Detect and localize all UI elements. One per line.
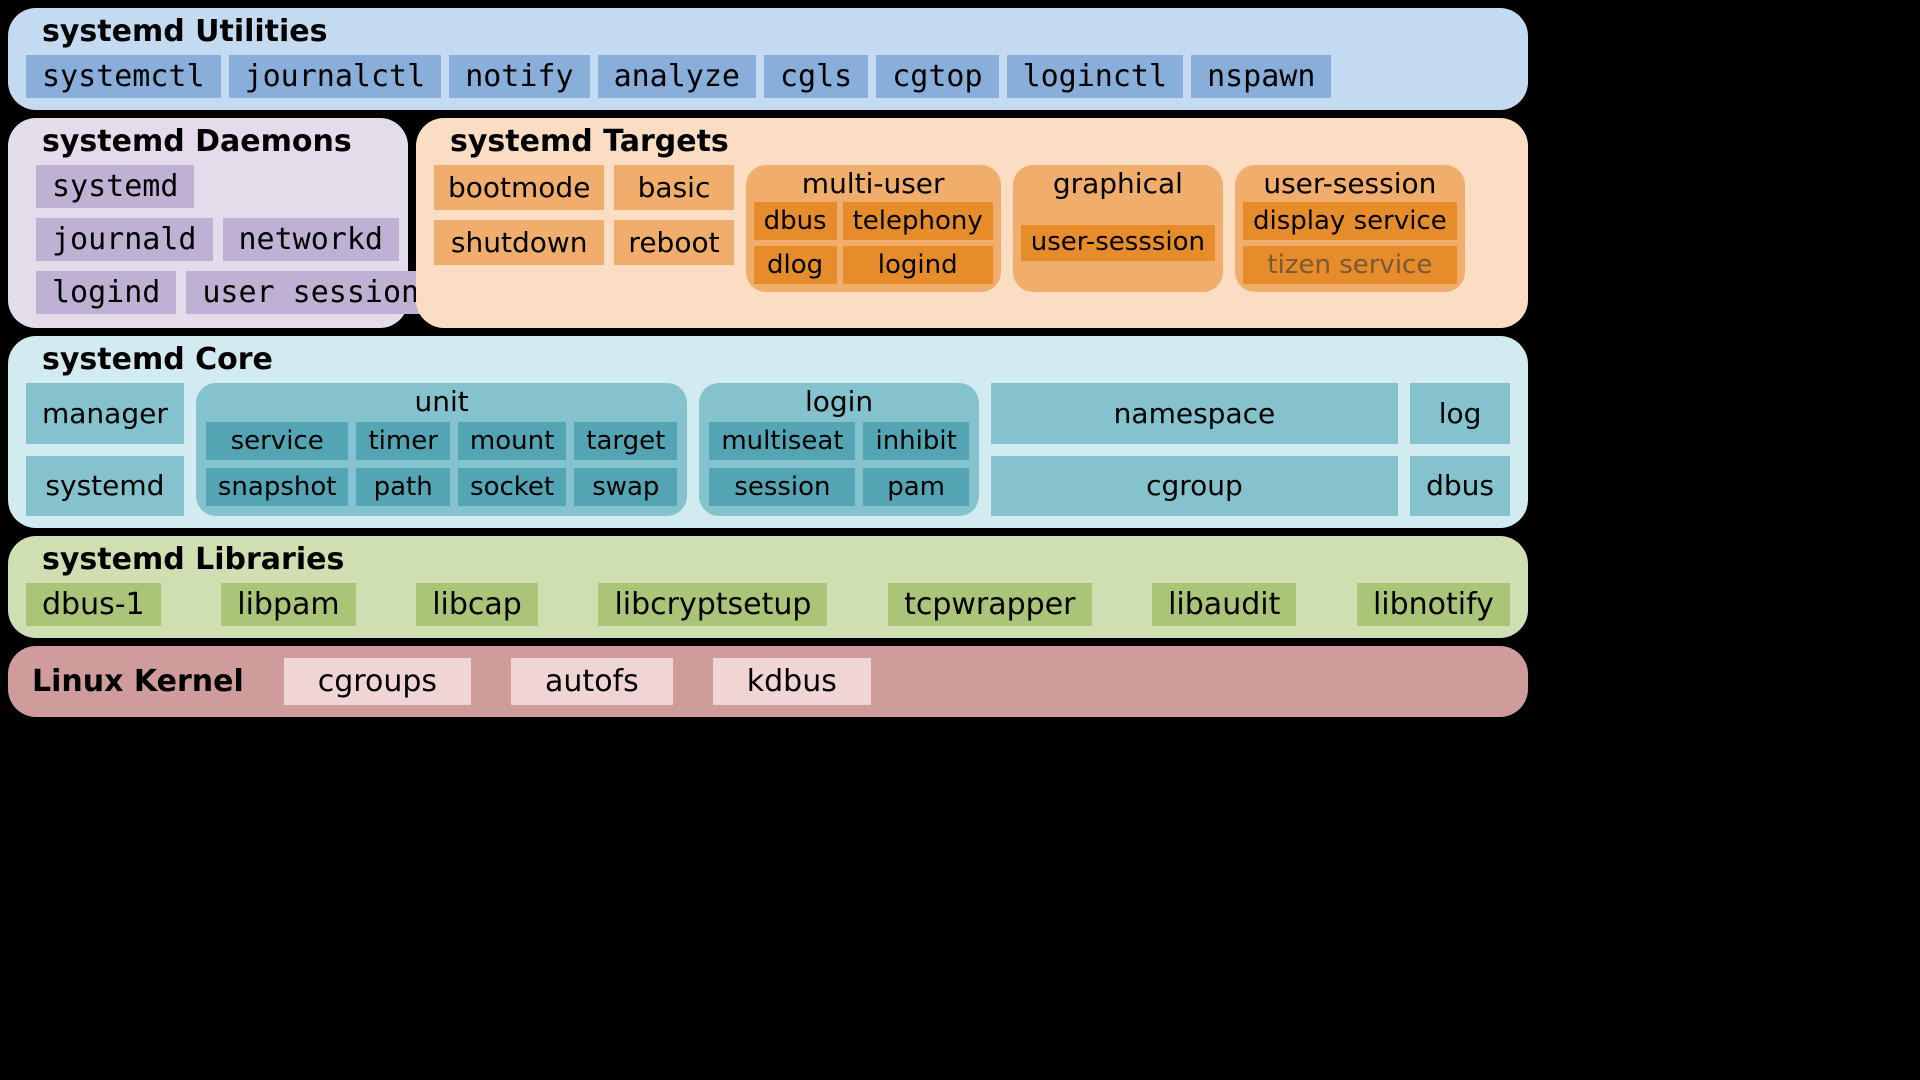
target-sub-item: display service	[1243, 202, 1457, 240]
daemon-item: systemd	[36, 165, 194, 208]
unit-item: mount	[458, 422, 566, 460]
util-item: nspawn	[1191, 55, 1331, 98]
core-login-group: login multiseat inhibit session pam	[699, 383, 978, 516]
daemon-item: journald	[36, 218, 213, 261]
util-item: systemctl	[26, 55, 221, 98]
daemons-targets-row: systemd Daemons systemd journald network…	[8, 118, 1528, 328]
login-item: inhibit	[863, 422, 968, 460]
unit-item: path	[356, 468, 449, 506]
daemons-title: systemd Daemons	[42, 124, 390, 159]
daemon-item: user session	[186, 271, 435, 314]
target-item: basic	[614, 165, 733, 210]
utilities-title: systemd Utilities	[42, 14, 1510, 49]
login-item: multiseat	[709, 422, 855, 460]
core-layer: systemd Core manager systemd unit servic…	[8, 336, 1528, 528]
target-sub-item: logind	[843, 246, 993, 284]
group-title: unit	[206, 385, 677, 418]
core-right2: log dbus	[1410, 383, 1510, 516]
util-item: journalctl	[229, 55, 442, 98]
kernel-layer: Linux Kernel cgroups autofs kdbus	[8, 646, 1528, 717]
util-item: cgtop	[876, 55, 998, 98]
target-sub-item: telephony	[843, 202, 993, 240]
core-left: manager systemd	[26, 383, 184, 516]
core-item: namespace	[991, 383, 1398, 444]
target-sub-item: dbus	[754, 202, 837, 240]
targets-layer: systemd Targets bootmode basic shutdown …	[416, 118, 1528, 328]
lib-item: libnotify	[1357, 583, 1510, 626]
daemons-layer: systemd Daemons systemd journald network…	[8, 118, 408, 328]
login-item: pam	[863, 468, 968, 506]
group-title: graphical	[1053, 167, 1183, 200]
unit-item: timer	[356, 422, 449, 460]
core-item: cgroup	[991, 456, 1398, 517]
util-item: analyze	[598, 55, 756, 98]
target-item: reboot	[614, 220, 733, 265]
core-right1: namespace cgroup	[991, 383, 1398, 516]
core-item: manager	[26, 383, 184, 444]
target-sub-item: user-sesssion	[1021, 225, 1215, 260]
daemon-item: networkd	[223, 218, 400, 261]
lib-item: libaudit	[1152, 583, 1296, 626]
core-unit-group: unit service timer mount target snapshot…	[196, 383, 687, 516]
login-item: session	[709, 468, 855, 506]
group-title: user-session	[1263, 167, 1436, 200]
utilities-row: systemctl journalctl notify analyze cgls…	[26, 55, 1510, 98]
lib-item: libpam	[221, 583, 355, 626]
unit-item: target	[574, 422, 677, 460]
group-title: multi-user	[802, 167, 945, 200]
util-item: cgls	[764, 55, 868, 98]
lib-item: tcpwrapper	[888, 583, 1091, 626]
target-group-usersession: user-session display service tizen servi…	[1235, 165, 1465, 292]
group-title: login	[709, 385, 968, 418]
lib-item: libcryptsetup	[598, 583, 827, 626]
target-item: shutdown	[434, 220, 604, 265]
target-sub-item: tizen service	[1243, 246, 1457, 284]
unit-item: snapshot	[206, 468, 349, 506]
kernel-item: autofs	[511, 658, 673, 705]
target-item: bootmode	[434, 165, 604, 210]
targets-basic-grid: bootmode basic shutdown reboot	[434, 165, 734, 269]
unit-item: service	[206, 422, 349, 460]
targets-title: systemd Targets	[450, 124, 1510, 159]
core-item: log	[1410, 383, 1510, 444]
unit-item: swap	[574, 468, 677, 506]
core-item: dbus	[1410, 456, 1510, 517]
unit-item: socket	[458, 468, 566, 506]
kernel-title: Linux Kernel	[32, 664, 244, 699]
util-item: loginctl	[1007, 55, 1184, 98]
daemon-item: logind	[36, 271, 176, 314]
libs-title: systemd Libraries	[42, 542, 1510, 577]
utilities-layer: systemd Utilities systemctl journalctl n…	[8, 8, 1528, 110]
core-title: systemd Core	[42, 342, 1510, 377]
target-group-multiuser: multi-user dbus telephony dlog logind	[746, 165, 1001, 292]
target-group-graphical: graphical user-sesssion	[1013, 165, 1223, 292]
core-item: systemd	[26, 456, 184, 517]
lib-item: libcap	[416, 583, 538, 626]
target-sub-item: dlog	[754, 246, 837, 284]
util-item: notify	[449, 55, 589, 98]
kernel-item: kdbus	[713, 658, 871, 705]
libs-layer: systemd Libraries dbus-1 libpam libcap l…	[8, 536, 1528, 638]
lib-item: dbus-1	[26, 583, 161, 626]
kernel-item: cgroups	[284, 658, 471, 705]
